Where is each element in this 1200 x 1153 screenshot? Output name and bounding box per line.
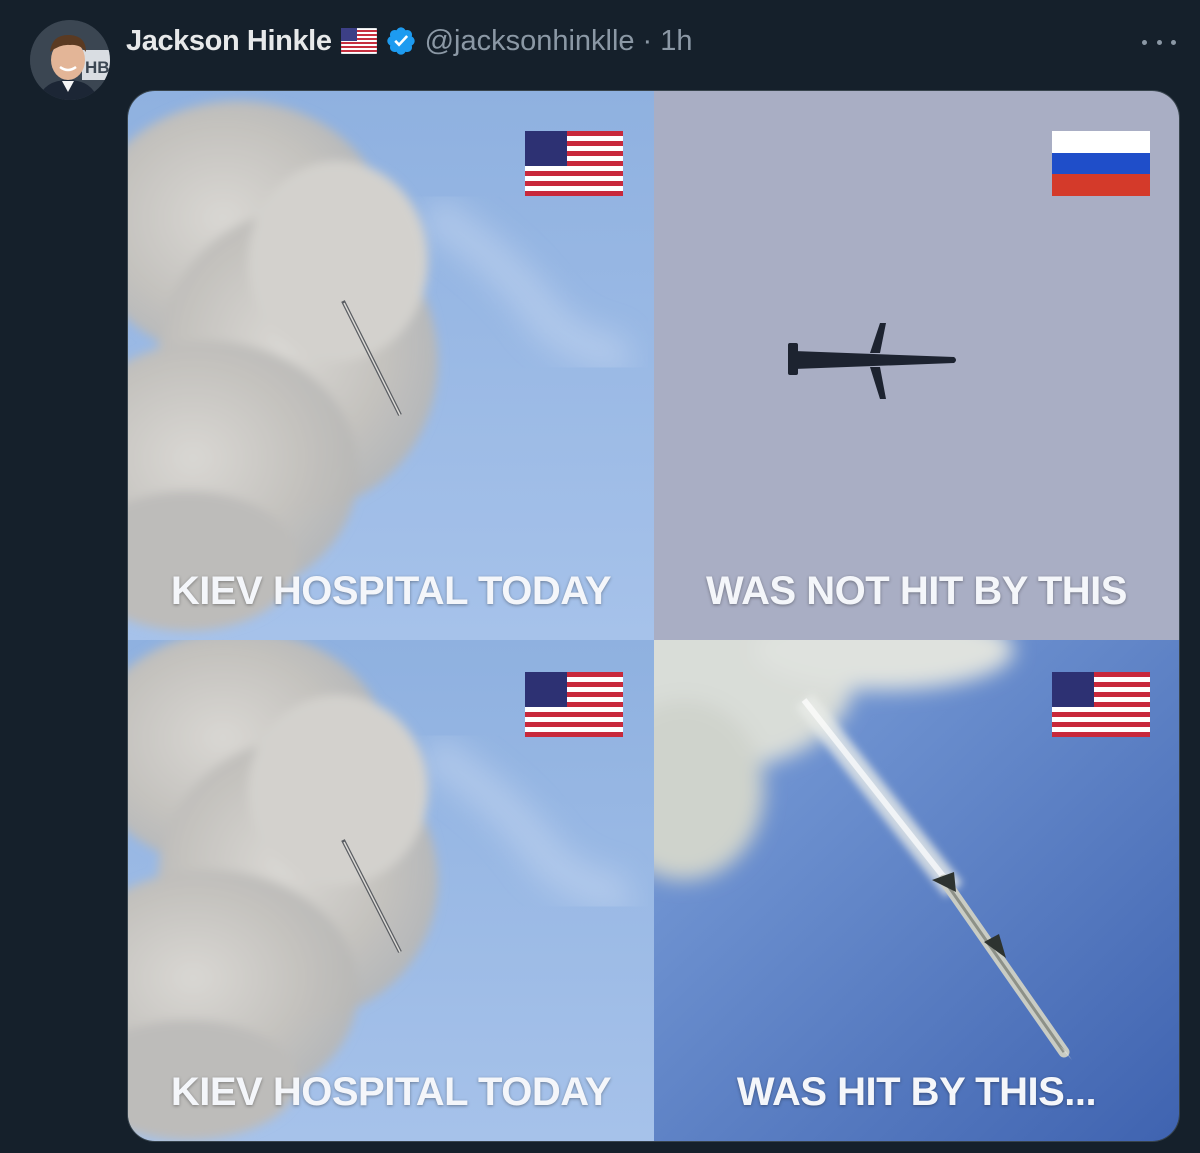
more-options-icon[interactable] — [1142, 32, 1176, 52]
svg-text:HB: HB — [85, 58, 110, 77]
panel-caption: WAS NOT HIT BY THIS — [706, 569, 1127, 613]
author-name[interactable]: Jackson Hinkle — [126, 25, 332, 58]
us-flag-icon — [525, 672, 623, 737]
timestamp[interactable]: 1h — [660, 25, 692, 58]
separator: · — [642, 24, 653, 57]
us-flag-icon — [340, 28, 377, 54]
verified-badge-icon[interactable] — [385, 25, 417, 57]
tweet-header: Jackson Hinkle @jacksonhinklle · 1h — [126, 20, 692, 62]
meme-panel-2: WAS NOT HIT BY THIS — [654, 91, 1179, 640]
tweet-media-image[interactable]: KIEV HOSPITAL TODAY WAS NOT HIT BY THIS — [127, 90, 1180, 1142]
panel-caption: KIEV HOSPITAL TODAY — [170, 569, 612, 613]
meme-panel-1: KIEV HOSPITAL TODAY — [128, 91, 654, 640]
russia-flag-icon — [1052, 131, 1150, 196]
tweet: HB Jackson Hinkle @jacksonhinklle · 1h K… — [0, 0, 1200, 1153]
avatar-image: HB — [30, 20, 110, 100]
us-flag-icon — [525, 131, 623, 196]
meme-panel-4: WAS HIT BY THIS... — [654, 640, 1179, 1141]
avatar[interactable]: HB — [30, 20, 110, 100]
panel-caption: KIEV HOSPITAL TODAY — [170, 1070, 612, 1114]
us-flag-icon — [1052, 672, 1150, 737]
panel-caption: WAS HIT BY THIS... — [736, 1070, 1097, 1114]
author-handle[interactable]: @jacksonhinklle — [425, 25, 635, 58]
meme-panel-3: KIEV HOSPITAL TODAY — [128, 640, 654, 1141]
